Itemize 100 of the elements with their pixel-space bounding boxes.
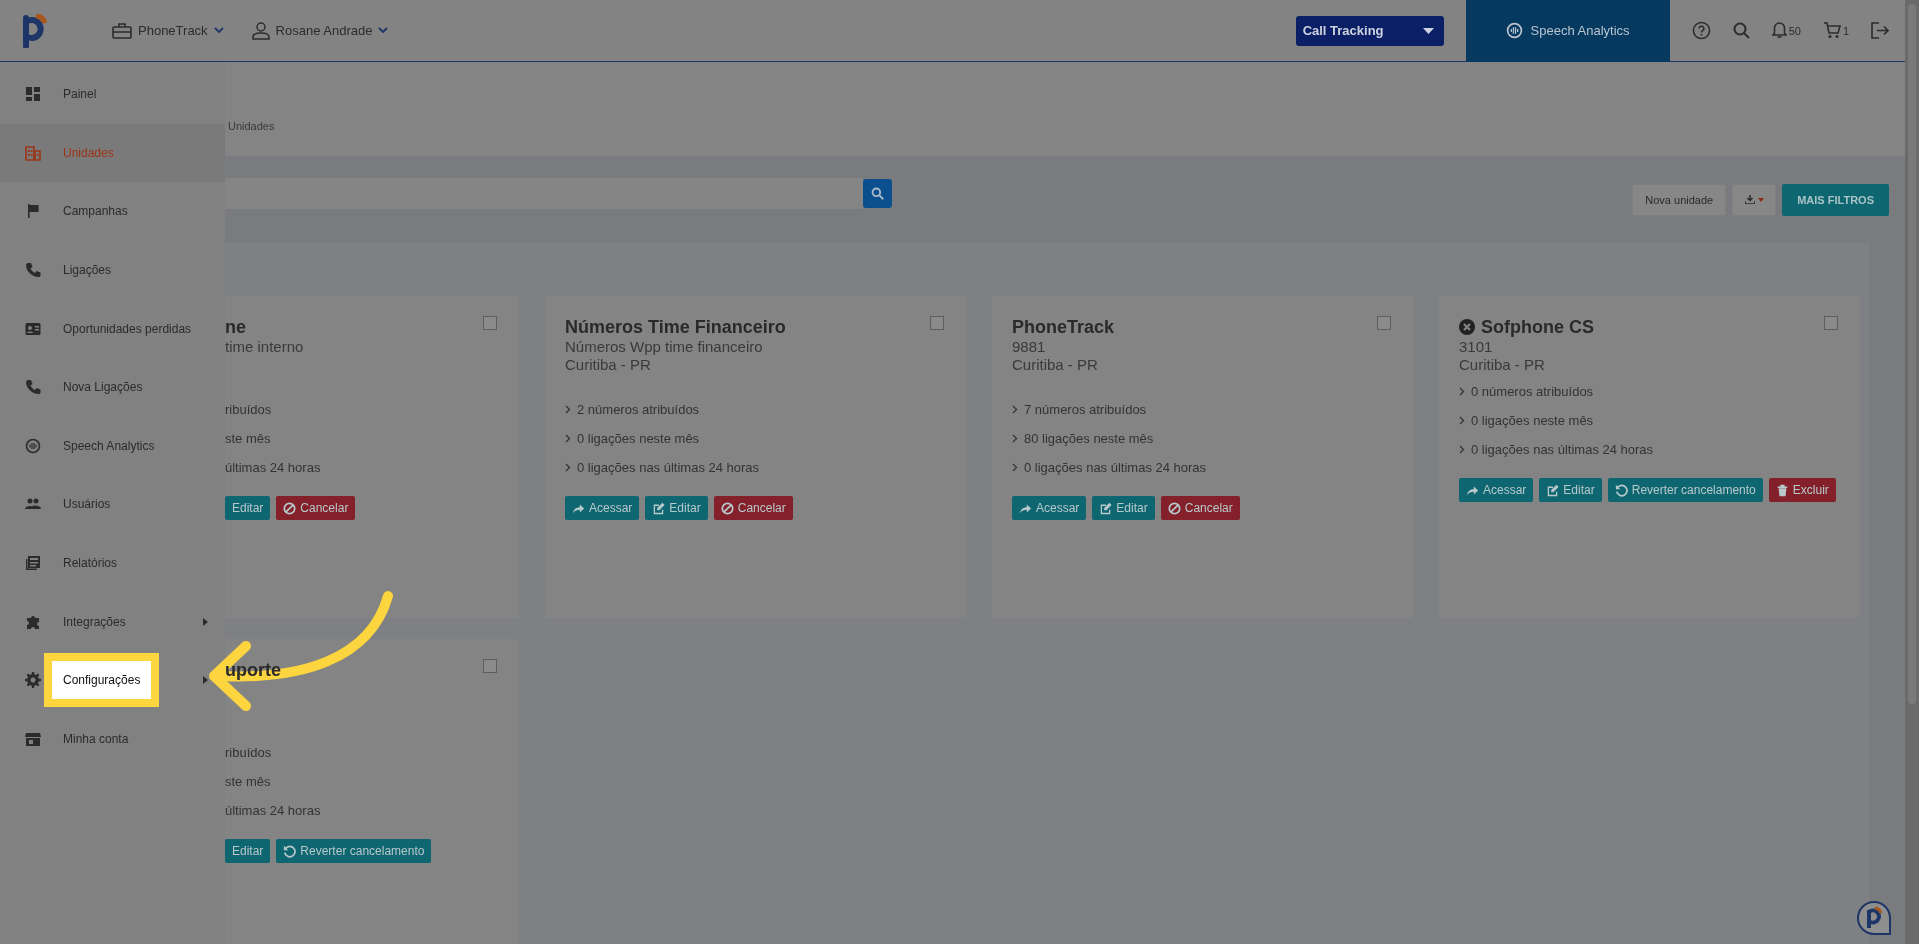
help-icon[interactable] (1691, 21, 1711, 40)
sidebar-item[interactable]: Configurações (0, 650, 225, 710)
sidebar-item[interactable]: Campanhas (0, 182, 225, 241)
phone-icon (25, 262, 41, 279)
notifications-button[interactable]: 50 (1771, 22, 1801, 39)
access-button[interactable]: Acessar (1012, 496, 1087, 520)
cart-icon (1822, 22, 1841, 39)
chevron-right-icon (565, 462, 571, 472)
chevron-right-icon (1012, 433, 1018, 443)
item-label: Oportunidades perdidas (63, 321, 192, 336)
stat-text: últimas 24 horas (225, 802, 321, 818)
cancel-button[interactable]: Cancelar (713, 496, 793, 520)
new-unit-button[interactable]: Nova unidade (1632, 183, 1727, 216)
card-subtitle: 3101 (1459, 338, 1493, 356)
card-location: Curitiba - PR (1012, 356, 1098, 374)
caret-icon (1422, 27, 1434, 34)
edit-button[interactable]: Editar (645, 496, 708, 520)
stat-text: ribuídos (225, 401, 272, 417)
download-button[interactable] (1732, 183, 1777, 216)
chevron-right-icon (1012, 404, 1018, 414)
prohibited-icon (1167, 501, 1181, 515)
item-label: Relatórios (63, 556, 118, 571)
edit-button[interactable]: Editar (1092, 496, 1155, 520)
chevron-right-icon (1459, 444, 1465, 454)
bell-icon (1771, 22, 1787, 39)
stat-text: 0 ligações nas últimas 24 horas (577, 459, 760, 475)
chevron-right-icon (1459, 415, 1465, 425)
search-icon (871, 187, 884, 200)
card-title: ne (225, 316, 246, 338)
briefcase-icon (112, 22, 132, 39)
search-field[interactable] (225, 178, 863, 209)
cart-button[interactable]: 1 (1822, 22, 1849, 39)
caret-icon (1757, 197, 1764, 202)
sidebar-item[interactable]: Minha conta (0, 709, 225, 769)
logout-icon[interactable] (1871, 22, 1889, 39)
search-icon[interactable] (1732, 22, 1750, 39)
sidebar-item[interactable]: Painel (0, 65, 225, 124)
select-checkbox[interactable] (1824, 316, 1838, 330)
select-checkbox[interactable] (1377, 316, 1391, 330)
sidebar-item[interactable]: Ligações (0, 240, 225, 300)
flag-icon (25, 203, 41, 220)
edit-icon (1099, 501, 1113, 515)
edit-icon (1546, 483, 1560, 497)
search-button[interactable] (863, 179, 892, 208)
card-subtitle: Números Wpp time financeiro (565, 338, 763, 356)
revert-button[interactable]: Reverter cancelamento (276, 839, 432, 863)
contact-card-icon (25, 320, 41, 337)
close-circle-icon (1459, 319, 1475, 335)
edit-button[interactable]: Editar (225, 839, 271, 863)
item-label: Configurações (44, 653, 160, 708)
chevron-right-icon (1012, 462, 1018, 472)
dashboard-icon (25, 86, 41, 103)
select-checkbox[interactable] (483, 316, 497, 330)
puzzle-icon (25, 613, 41, 630)
cancel-button[interactable]: Cancelar (276, 496, 356, 520)
sidebar-item[interactable]: Integrações (0, 592, 225, 651)
delete-button[interactable]: Excluir (1768, 478, 1836, 502)
sound-wave-icon (1505, 22, 1523, 39)
stat-text: ste mês (225, 430, 271, 446)
trash-icon (1775, 483, 1789, 497)
stat-text: 0 ligações nas últimas 24 horas (1024, 459, 1207, 475)
item-label: Campanhas (63, 204, 128, 219)
sidebar-item[interactable]: Speech Analytics (0, 416, 225, 476)
chat-widget-icon[interactable] (1856, 900, 1892, 936)
sidebar-item[interactable]: Usuários (0, 475, 225, 534)
access-button[interactable]: Acessar (565, 496, 640, 520)
card-location: Curitiba - PR (565, 356, 651, 374)
speech-analytics-button[interactable]: Speech Analytics (1465, 0, 1670, 62)
sidebar-item[interactable]: Nova Ligações (0, 357, 225, 417)
select-checkbox[interactable] (930, 316, 944, 330)
revert-button[interactable]: Reverter cancelamento (1607, 478, 1763, 502)
account-menu[interactable]: PhoneTrack (112, 22, 224, 39)
download-icon (1744, 195, 1755, 204)
select-checkbox[interactable] (483, 659, 497, 673)
access-button[interactable]: Acessar (1459, 478, 1534, 502)
cancel-button[interactable]: Cancelar (1160, 496, 1240, 520)
stat-text: ste mês (225, 773, 271, 789)
store-icon (25, 730, 41, 747)
item-label: Usuários (63, 497, 111, 512)
scrollbar[interactable] (1905, 0, 1919, 944)
chevron-down-icon (378, 27, 389, 34)
product-select[interactable]: Call Tracking (1295, 15, 1444, 46)
user-menu[interactable]: Rosane Andrade (251, 21, 389, 40)
chevron-right-icon (565, 404, 571, 414)
stat-text: 0 ligações nas últimas 24 horas (1471, 441, 1654, 457)
building-icon (25, 144, 41, 161)
more-filters-button[interactable]: MAIS FILTROS (1782, 183, 1889, 216)
item-label: Minha conta (63, 731, 129, 746)
breadcrumb[interactable]: Unidades (228, 120, 275, 132)
sidebar-item[interactable]: Oportunidades perdidas (0, 299, 225, 358)
card-title: Números Time Financeiro (565, 316, 786, 338)
edit-button[interactable]: Editar (225, 496, 271, 520)
sound-wave-icon (25, 437, 41, 454)
document-list-icon (25, 555, 41, 572)
chevron-down-icon (213, 27, 224, 34)
sidebar-item[interactable]: Relatórios (0, 533, 225, 593)
edit-button[interactable]: Editar (1539, 478, 1602, 502)
chevron-right-icon (1459, 386, 1465, 396)
settings-icon (25, 672, 41, 689)
card-location: Curitiba - PR (1459, 356, 1545, 374)
